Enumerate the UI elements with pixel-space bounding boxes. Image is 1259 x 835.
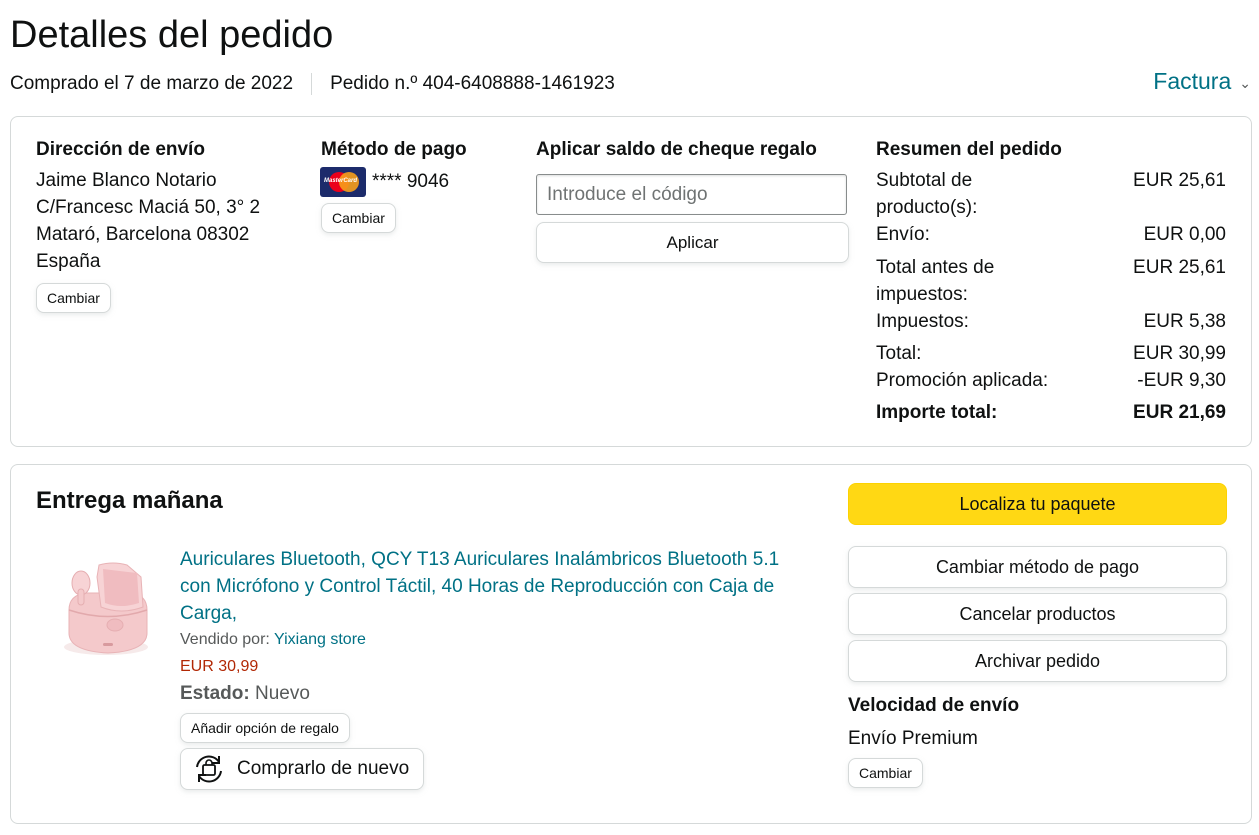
shipping-speed-title: Velocidad de envío [848, 695, 1020, 716]
page-title: Detalles del pedido [10, 14, 334, 56]
card-number: **** 9046 [372, 171, 450, 192]
change-payment-method-button[interactable]: Cambiar método de pago [848, 546, 1227, 588]
shipping-speed-value: Envío Premium [848, 728, 978, 749]
change-shipping-speed-button[interactable]: Cambiar [848, 758, 923, 788]
shipping-country: España [36, 251, 101, 272]
product-image[interactable] [51, 555, 161, 665]
gift-card-title: Aplicar saldo de cheque regalo [536, 139, 817, 160]
total-label: Total: [876, 343, 922, 364]
delivery-title: Entrega mañana [36, 487, 223, 514]
shipping-cost-label: Envío: [876, 224, 930, 245]
payment-method-title: Método de pago [321, 139, 467, 160]
add-gift-option-button[interactable]: Añadir opción de regalo [180, 713, 350, 743]
meta-divider [311, 73, 313, 95]
state-value: Nuevo [254, 683, 310, 704]
pretax-label: Total antes de impuestos: [876, 257, 995, 305]
invoice-label: Factura [1153, 68, 1232, 94]
product-title-link[interactable]: Auriculares Bluetooth, QCY T13 Auricular… [180, 546, 800, 627]
chevron-down-icon: ⌄ [1239, 75, 1251, 91]
shipping-street: C/Francesc Maciá 50, 3° 2 [36, 197, 261, 218]
pretax-value: EUR 25,61 [1133, 257, 1226, 278]
order-info-card: Dirección de envío Jaime Blanco Notario … [10, 116, 1252, 447]
order-number: Pedido n.º 404-6408888-1461923 [330, 73, 615, 94]
buy-again-label: Comprarlo de nuevo [237, 758, 410, 779]
seller-line: Vendido por: Yixiang store [180, 631, 366, 649]
promo-value: -EUR 9,30 [1137, 370, 1226, 391]
order-meta: Comprado el 7 de marzo de 2022 Pedido n.… [10, 73, 615, 95]
change-payment-button[interactable]: Cambiar [321, 203, 396, 233]
order-summary-title: Resumen del pedido [876, 139, 1062, 160]
shipping-name: Jaime Blanco Notario [36, 170, 217, 191]
seller-link[interactable]: Yixiang store [274, 631, 366, 648]
apply-button[interactable]: Aplicar [536, 222, 849, 263]
change-address-button[interactable]: Cambiar [36, 283, 111, 313]
cancel-items-button[interactable]: Cancelar productos [848, 593, 1227, 635]
shipping-cost-value: EUR 0,00 [1143, 224, 1226, 245]
total-value: EUR 30,99 [1133, 343, 1226, 364]
state-label: Estado: [180, 683, 250, 704]
product-state: Estado: Nuevo [180, 683, 310, 705]
track-package-button[interactable]: Localiza tu paquete [848, 483, 1227, 525]
shipping-city: Mataró, Barcelona 08302 [36, 224, 250, 245]
subtotal-label: Subtotal de producto(s): [876, 170, 978, 218]
tax-value: EUR 5,38 [1143, 311, 1226, 332]
buy-again-button[interactable]: Comprarlo de nuevo [180, 748, 425, 790]
grand-total-label: Importe total: [876, 402, 998, 423]
card-brand-text: MasterCard [324, 178, 358, 184]
mastercard-icon: MasterCard [320, 167, 366, 197]
product-price: EUR 30,99 [180, 658, 259, 675]
buy-again-icon [196, 755, 222, 783]
subtotal-value: EUR 25,61 [1133, 170, 1226, 191]
grand-total-value: EUR 21,69 [1133, 402, 1226, 423]
shipping-address-title: Dirección de envío [36, 139, 205, 160]
promo-label: Promoción aplicada: [876, 370, 1049, 391]
delivery-card: Entrega mañana Auriculares Bluetooth, QC… [10, 464, 1252, 824]
sold-by-label: Vendido por: [180, 631, 270, 648]
gift-code-input[interactable] [536, 174, 847, 215]
tax-label: Impuestos: [876, 311, 969, 332]
invoice-dropdown[interactable]: Factura ⌄ [1153, 68, 1251, 95]
archive-order-button[interactable]: Archivar pedido [848, 640, 1227, 682]
purchase-date: Comprado el 7 de marzo de 2022 [10, 73, 294, 94]
